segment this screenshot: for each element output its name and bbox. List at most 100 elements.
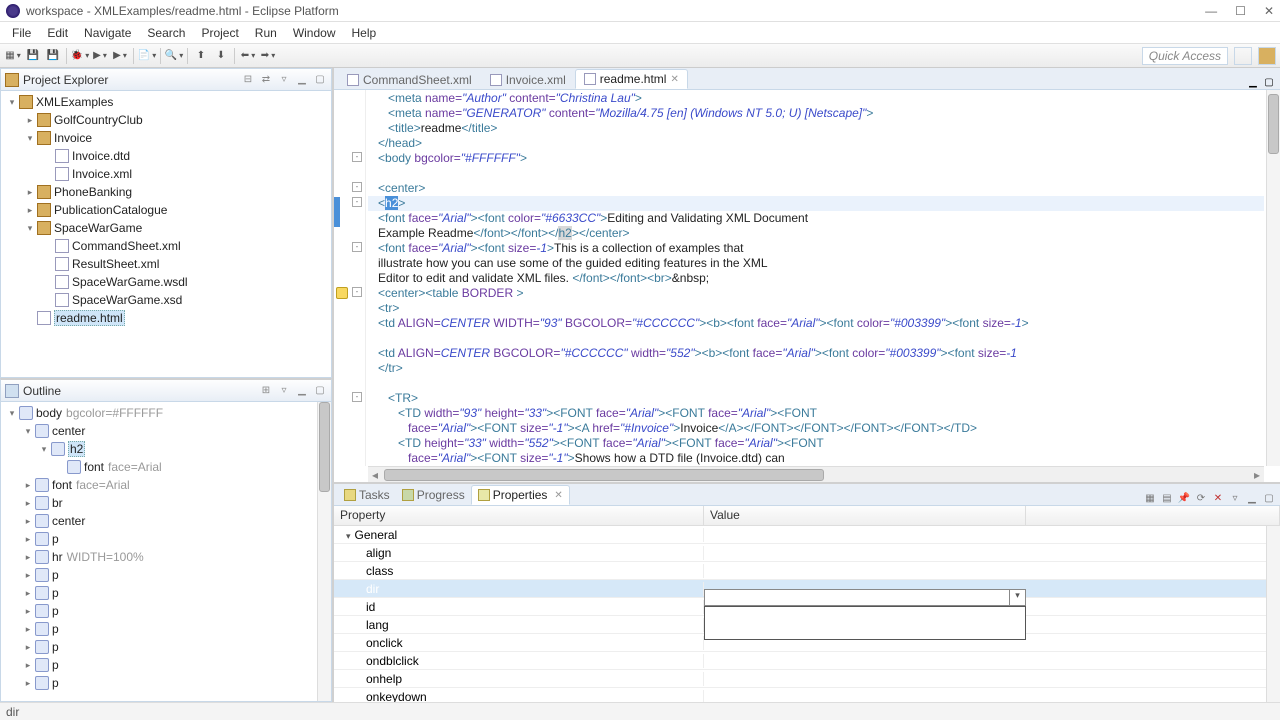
tree-item[interactable]: ▸PhoneBanking [1, 183, 331, 201]
view-menu-button[interactable]: ▿ [1228, 491, 1242, 505]
source-editor[interactable]: - - - - - - <meta name="Author" content=… [334, 90, 1280, 482]
outline-item[interactable]: ▸p [1, 530, 331, 548]
editor-tab-invoice[interactable]: Invoice.xml [481, 69, 575, 89]
close-tab-icon[interactable]: ✕ [554, 490, 562, 501]
outline-tree[interactable]: ▾bodybgcolor=#FFFFFF▾center▾h2fontface=A… [1, 402, 331, 701]
menu-edit[interactable]: Edit [39, 24, 76, 42]
outline-item[interactable]: ▸fontface=Arial [1, 476, 331, 494]
editor-vertical-scrollbar[interactable] [1266, 90, 1280, 466]
property-value-combo[interactable]: ▾ [704, 589, 1026, 606]
outline-item[interactable]: ▸p [1, 638, 331, 656]
tree-item[interactable]: ▾SpaceWarGame [1, 219, 331, 237]
fold-marker[interactable]: - [352, 152, 362, 162]
dropdown-option[interactable]: ltr [705, 607, 1025, 623]
tab-tasks[interactable]: Tasks [338, 485, 396, 505]
maximize-button[interactable]: ☐ [1235, 4, 1246, 18]
outline-item[interactable]: ▸br [1, 494, 331, 512]
run-button[interactable]: ▶ [91, 47, 109, 65]
outline-item[interactable]: ▸p [1, 566, 331, 584]
outline-item[interactable]: ▾h2 [1, 440, 331, 458]
menu-project[interactable]: Project [193, 24, 246, 42]
saveall-button[interactable]: 💾 [44, 47, 62, 65]
forward-button[interactable]: ➡ [259, 47, 277, 65]
newtype-button[interactable]: 📄 [138, 47, 156, 65]
outline-menu-button[interactable]: ▿ [277, 384, 291, 398]
maximize-view-button[interactable]: ▢ [313, 73, 327, 87]
tree-item[interactable]: ▸PublicationCatalogue [1, 201, 331, 219]
menu-help[interactable]: Help [344, 24, 385, 42]
extrun-button[interactable]: ▶ [111, 47, 129, 65]
properties-scrollbar[interactable] [1266, 526, 1280, 702]
tab-progress[interactable]: Progress [396, 485, 471, 505]
open-perspective-button[interactable] [1234, 47, 1252, 65]
project-tree[interactable]: ▾XMLExamples▸GolfCountryClub▾InvoiceInvo… [1, 91, 331, 377]
minimize-view-button[interactable]: ▁ [1245, 491, 1259, 505]
code-area[interactable]: <meta name="Author" content="Christina L… [368, 90, 1264, 466]
minimize-view-button[interactable]: ▁ [295, 73, 309, 87]
prev-annotation-button[interactable]: ⬆ [192, 47, 210, 65]
property-row[interactable]: class [334, 562, 1266, 580]
menu-navigate[interactable]: Navigate [76, 24, 139, 42]
close-tab-icon[interactable]: ✕ [670, 74, 678, 85]
outline-item[interactable]: ▾bodybgcolor=#FFFFFF [1, 404, 331, 422]
column-property[interactable]: Property [334, 506, 704, 525]
outline-item[interactable]: ▸p [1, 674, 331, 692]
outline-item[interactable]: ▸center [1, 512, 331, 530]
fold-marker[interactable]: - [352, 182, 362, 192]
restore-defaults-button[interactable]: ⟳ [1194, 491, 1208, 505]
tree-item[interactable]: ▸GolfCountryClub [1, 111, 331, 129]
column-value[interactable]: Value [704, 506, 1026, 525]
outline-minimize-button[interactable]: ▁ [295, 384, 309, 398]
back-button[interactable]: ⬅ [239, 47, 257, 65]
pin-button[interactable]: 📌 [1177, 491, 1191, 505]
tree-item[interactable]: SpaceWarGame.xsd [1, 291, 331, 309]
property-row[interactable]: ondblclick [334, 652, 1266, 670]
outline-maximize-button[interactable]: ▢ [313, 384, 327, 398]
menu-file[interactable]: File [4, 24, 39, 42]
editor-tab-readme[interactable]: readme.html✕ [575, 69, 688, 89]
debug-button[interactable]: 🐞 [71, 47, 89, 65]
search-button[interactable]: 🔍 [165, 47, 183, 65]
show-advanced-button[interactable]: ▤ [1160, 491, 1174, 505]
tree-item[interactable]: ▾Invoice [1, 129, 331, 147]
outline-sort-button[interactable]: ⊞ [259, 384, 273, 398]
collapse-all-button[interactable]: ⊟ [241, 73, 255, 87]
fold-marker[interactable]: - [352, 392, 362, 402]
minimize-button[interactable]: — [1205, 4, 1217, 18]
menu-run[interactable]: Run [247, 24, 285, 42]
outline-item[interactable]: fontface=Arial [1, 458, 331, 476]
link-editor-button[interactable]: ⇄ [259, 73, 273, 87]
property-dropdown[interactable]: ltrrtl [704, 606, 1026, 640]
menu-search[interactable]: Search [139, 24, 193, 42]
show-categories-button[interactable]: ▦ [1143, 491, 1157, 505]
resource-perspective-button[interactable] [1258, 47, 1276, 65]
quick-access[interactable]: Quick Access [1142, 47, 1228, 65]
dropdown-option[interactable]: rtl [705, 623, 1025, 639]
fold-marker[interactable]: - [352, 197, 362, 207]
close-button[interactable]: ✕ [1264, 4, 1274, 18]
warning-marker[interactable] [336, 287, 348, 299]
save-button[interactable]: 💾 [24, 47, 42, 65]
fold-marker[interactable]: - [352, 242, 362, 252]
editor-horizontal-scrollbar[interactable]: ◂ ▸ [368, 466, 1264, 482]
menu-window[interactable]: Window [285, 24, 344, 42]
property-row[interactable]: onkeydown [334, 688, 1266, 702]
property-row[interactable]: dir▾ltrrtl [334, 580, 1266, 598]
tree-item[interactable]: ResultSheet.xml [1, 255, 331, 273]
outline-item[interactable]: ▸p [1, 620, 331, 638]
remove-button[interactable]: ✕ [1211, 491, 1225, 505]
tree-item[interactable]: readme.html [1, 309, 331, 327]
outline-item[interactable]: ▸p [1, 584, 331, 602]
maximize-view-button[interactable]: ▢ [1262, 491, 1276, 505]
outline-item[interactable]: ▸p [1, 656, 331, 674]
property-row[interactable]: align [334, 544, 1266, 562]
tree-item[interactable]: Invoice.xml [1, 165, 331, 183]
property-row[interactable]: onhelp [334, 670, 1266, 688]
new-button[interactable]: ▦ [4, 47, 22, 65]
next-annotation-button[interactable]: ⬇ [212, 47, 230, 65]
editor-gutter[interactable]: - - - - - - [334, 90, 366, 466]
view-menu-button[interactable]: ▿ [277, 73, 291, 87]
outline-item[interactable]: ▾center [1, 422, 331, 440]
editor-tab-commandsheet[interactable]: CommandSheet.xml [338, 69, 481, 89]
tree-item[interactable]: CommandSheet.xml [1, 237, 331, 255]
